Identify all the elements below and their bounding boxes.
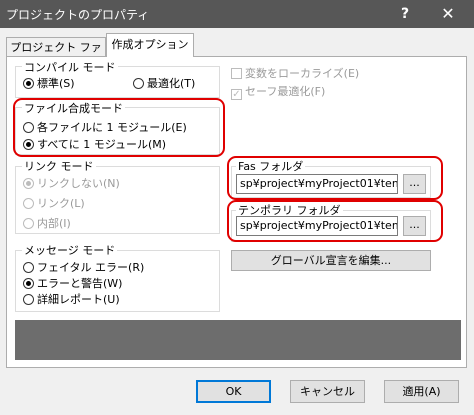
checkbox-checked-icon[interactable]: ✓ — [231, 89, 242, 100]
window-title: プロジェクトのプロパティ — [6, 8, 150, 22]
link-internal-option[interactable]: 内部(I) — [23, 216, 71, 232]
safe-optimize-label: セーフ最適化(F) — [245, 85, 326, 98]
safe-optimize-checkbox[interactable]: ✓ セーフ最適化(F) — [231, 84, 325, 100]
tab-build-options[interactable]: 作成オプション — [106, 33, 194, 57]
message-fatal-label: フェイタル エラー(R) — [37, 261, 145, 274]
highlight-fas-folder — [227, 156, 443, 200]
help-button[interactable]: ? — [392, 2, 418, 26]
apply-button[interactable]: 適用(A) — [384, 380, 459, 403]
radio-icon[interactable] — [23, 218, 34, 229]
message-fatal-option[interactable]: フェイタル エラー(R) — [23, 260, 144, 276]
link-internal-label: 内部(I) — [37, 217, 71, 230]
radio-icon[interactable] — [133, 78, 144, 89]
highlight-temp-folder — [227, 200, 443, 242]
highlight-file-merge — [13, 98, 225, 157]
message-verbose-option[interactable]: 詳細レポート(U) — [23, 292, 120, 308]
localize-variables-checkbox[interactable]: 変数をローカライズ(E) — [231, 66, 359, 82]
ok-button[interactable]: OK — [196, 380, 271, 403]
link-mode-legend: リンク モード — [22, 158, 96, 174]
compile-optimize-label: 最適化(T) — [147, 77, 196, 90]
radio-icon[interactable] — [23, 198, 34, 209]
compile-mode-legend: コンパイル モード — [22, 59, 118, 75]
message-verbose-label: 詳細レポート(U) — [37, 293, 120, 306]
compile-standard-label: 標準(S) — [37, 77, 75, 90]
radio-checked-icon[interactable] — [23, 278, 34, 289]
message-mode-legend: メッセージ モード — [22, 242, 118, 258]
radio-icon[interactable] — [23, 262, 34, 273]
status-area — [15, 320, 461, 360]
link-link-option[interactable]: リンク(L) — [23, 196, 85, 212]
tab-project-file[interactable]: プロジェクト ファイル — [6, 37, 106, 73]
link-link-label: リンク(L) — [37, 197, 85, 210]
radio-checked-icon[interactable] — [23, 78, 34, 89]
link-none-label: リンクしない(N) — [37, 177, 120, 190]
link-none-option[interactable]: リンクしない(N) — [23, 176, 120, 192]
message-errors-warnings-option[interactable]: エラーと警告(W) — [23, 276, 122, 292]
compile-standard-option[interactable]: 標準(S) — [23, 76, 75, 92]
checkbox-icon[interactable] — [231, 68, 242, 79]
close-button[interactable]: ✕ — [433, 2, 463, 26]
cancel-button[interactable]: キャンセル — [290, 380, 365, 403]
message-errors-warnings-label: エラーと警告(W) — [37, 277, 123, 290]
localize-variables-label: 変数をローカライズ(E) — [245, 67, 360, 80]
radio-icon[interactable] — [23, 294, 34, 305]
compile-optimize-option[interactable]: 最適化(T) — [133, 76, 195, 92]
radio-checked-icon[interactable] — [23, 178, 34, 189]
edit-global-declarations-button[interactable]: グローバル宣言を編集... — [231, 250, 431, 271]
